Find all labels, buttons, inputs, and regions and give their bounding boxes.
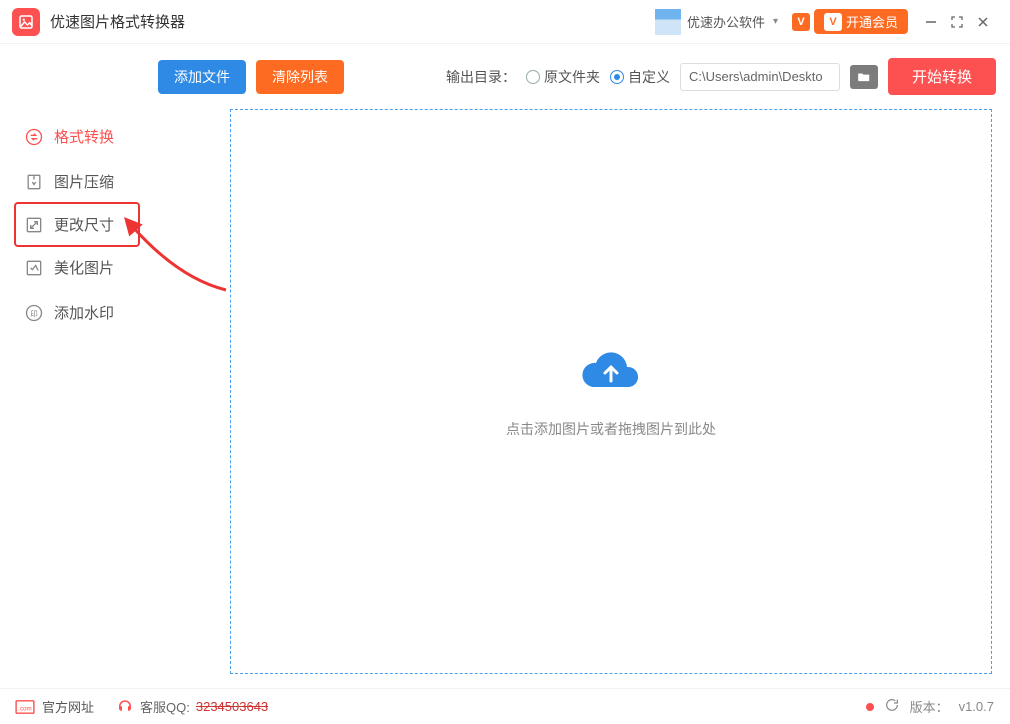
beautify-icon (24, 258, 44, 278)
radio-custom-folder[interactable]: 自定义 (610, 67, 670, 87)
radio-on-icon (610, 70, 624, 84)
app-title: 优速图片格式转换器 (50, 11, 185, 32)
titlebar: 优速图片格式转换器 优速办公软件 ▾ V V 开通会员 (0, 0, 1010, 44)
vip-inner-icon: V (824, 13, 842, 31)
main-area: 添加文件 清除列表 输出目录： 原文件夹 自定义 开始转换 (150, 44, 1010, 688)
output-label: 输出目录： (446, 67, 516, 87)
radio-label: 自定义 (628, 67, 670, 87)
sidebar-item-watermark[interactable]: 印 添加水印 (0, 290, 150, 335)
output-path-input[interactable] (680, 63, 840, 91)
sidebar-item-compress[interactable]: 图片压缩 (0, 159, 150, 204)
qq-number: 3234503643 (196, 699, 268, 714)
sidebar-item-format-convert[interactable]: 格式转换 (0, 114, 150, 159)
maximize-button[interactable] (944, 9, 970, 35)
svg-text:.com: .com (18, 705, 31, 712)
sidebar-item-label: 添加水印 (54, 302, 114, 323)
sidebar-item-label: 图片压缩 (54, 171, 114, 192)
qq-label: 客服QQ: (140, 697, 190, 716)
browse-folder-button[interactable] (850, 65, 878, 89)
cloud-upload-icon (579, 345, 643, 397)
resize-icon (24, 215, 44, 235)
radio-label: 原文件夹 (544, 67, 600, 87)
sidebar-item-label: 美化图片 (54, 257, 114, 278)
sidebar: 格式转换 图片压缩 更改尺寸 (0, 44, 150, 688)
add-file-button[interactable]: 添加文件 (158, 60, 246, 94)
avatar-icon (655, 9, 681, 35)
sidebar-item-resize[interactable]: 更改尺寸 (14, 202, 140, 247)
minimize-button[interactable] (918, 9, 944, 35)
vip-label: 开通会员 (846, 12, 898, 31)
watermark-icon: 印 (24, 303, 44, 323)
version-label: 版本： (910, 697, 949, 716)
refresh-icon (884, 697, 900, 713)
clear-list-button[interactable]: 清除列表 (256, 60, 344, 94)
refresh-button[interactable] (884, 697, 900, 716)
site-label: 官方网址 (42, 697, 94, 716)
site-icon: .com (14, 699, 36, 715)
statusbar: .com 官方网址 客服QQ: 3234503643 版本： v1.0.7 (0, 688, 1010, 724)
convert-icon (24, 127, 44, 147)
output-group: 输出目录： 原文件夹 自定义 开始转换 (446, 58, 996, 95)
update-dot-icon (866, 703, 874, 711)
close-button[interactable] (970, 9, 996, 35)
dropzone[interactable]: 点击添加图片或者拖拽图片到此处 (230, 109, 992, 674)
app-logo-icon (12, 8, 40, 36)
toolbar: 添加文件 清除列表 输出目录： 原文件夹 自定义 开始转换 (150, 44, 1010, 109)
headset-icon (116, 698, 134, 716)
official-site-link[interactable]: .com 官方网址 (14, 697, 94, 716)
open-vip-button[interactable]: V 开通会员 (814, 9, 908, 34)
chevron-down-icon: ▾ (773, 16, 778, 27)
vip-badge-icon: V (792, 13, 810, 31)
start-convert-button[interactable]: 开始转换 (888, 58, 996, 95)
sidebar-item-label: 更改尺寸 (54, 214, 114, 235)
sidebar-item-beautify[interactable]: 美化图片 (0, 245, 150, 290)
dropzone-hint: 点击添加图片或者拖拽图片到此处 (506, 419, 716, 439)
svg-text:印: 印 (30, 309, 38, 318)
user-chip[interactable]: 优速办公软件 ▾ (655, 9, 778, 35)
version-value: v1.0.7 (959, 699, 994, 714)
support-qq-link[interactable]: 客服QQ: 3234503643 (116, 697, 268, 716)
sidebar-item-label: 格式转换 (54, 126, 114, 147)
compress-icon (24, 172, 44, 192)
radio-off-icon (526, 70, 540, 84)
radio-same-folder[interactable]: 原文件夹 (526, 67, 600, 87)
user-name: 优速办公软件 (687, 12, 765, 31)
